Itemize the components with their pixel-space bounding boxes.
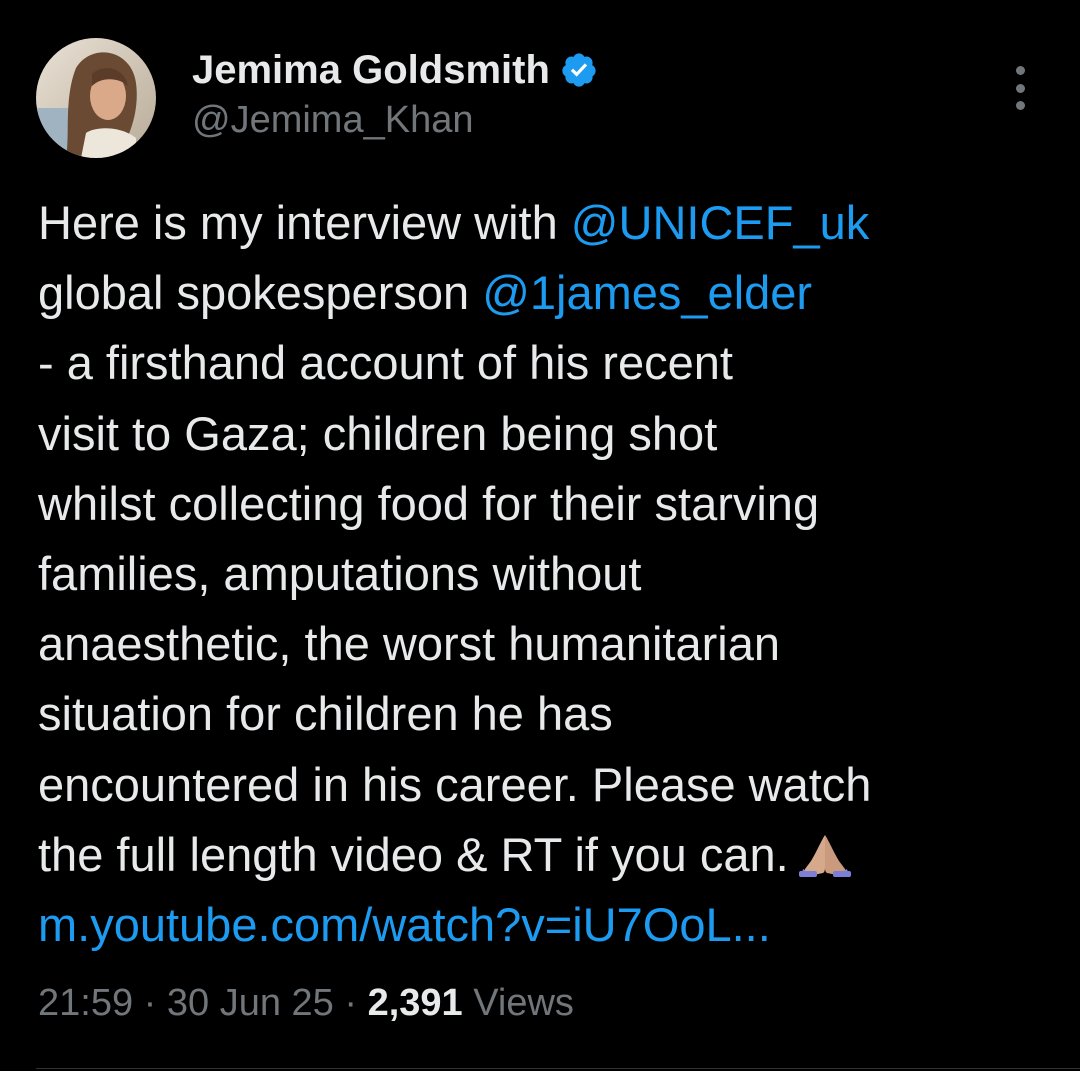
divider (36, 1068, 1080, 1069)
tweet-line: Here is my interview with @UNICEF_uk (38, 196, 870, 249)
tweet-line: situation for children he has (38, 687, 613, 741)
more-options-icon[interactable] (1004, 66, 1036, 110)
tweet-line: whilst collecting food for their starvin… (38, 476, 820, 530)
separator: · (143, 982, 157, 1024)
tweet-line: m.youtube.com/watch?v=iU7OoL... (38, 890, 1048, 960)
verified-badge-icon (562, 53, 596, 87)
tweet-text: Here is my interview with @UNICEF_uk glo… (38, 188, 1048, 960)
dot (1015, 101, 1025, 110)
separator: · (344, 982, 358, 1024)
tweet-line: - a firsthand account of his recent (38, 336, 733, 390)
mention-unicef[interactable]: @UNICEF_uk (571, 196, 869, 249)
avatar-image (36, 38, 156, 158)
tweet-line: the full length video & RT if you can. (38, 820, 1048, 890)
views-count: 2,391 (367, 982, 463, 1024)
tweet-line: encountered in his career. Please watch (38, 757, 872, 811)
tweet-meta: 21:59 · 30 Jun 25 · 2,391 Views (38, 982, 574, 1025)
display-name[interactable]: Jemima Goldsmith (192, 48, 550, 93)
avatar[interactable] (36, 38, 156, 158)
folded-hands-emoji (798, 834, 851, 877)
tweet-line: visit to Gaza; children being shot (38, 406, 718, 460)
dot (1015, 66, 1025, 75)
dot (1015, 83, 1025, 93)
tweet-time[interactable]: 21:59 (38, 982, 133, 1024)
tweet-date[interactable]: 30 Jun 25 (167, 982, 334, 1024)
handle[interactable]: @Jemima_Khan (192, 99, 473, 142)
tweet-line: global spokesperson @1james_elder (38, 266, 813, 320)
tweet-line: families, amputations without (38, 546, 642, 600)
youtube-link[interactable]: m.youtube.com/watch?v=iU7OoL... (38, 898, 771, 951)
mention-elder[interactable]: @1james_elder (482, 266, 812, 319)
tweet-line: anaesthetic, the worst humanitarian (38, 617, 780, 671)
views-label: Views (473, 982, 574, 1024)
tweet: Jemima Goldsmith @Jemima_Khan Here is my… (0, 0, 1080, 1071)
author-name-row: Jemima Goldsmith (192, 44, 598, 96)
